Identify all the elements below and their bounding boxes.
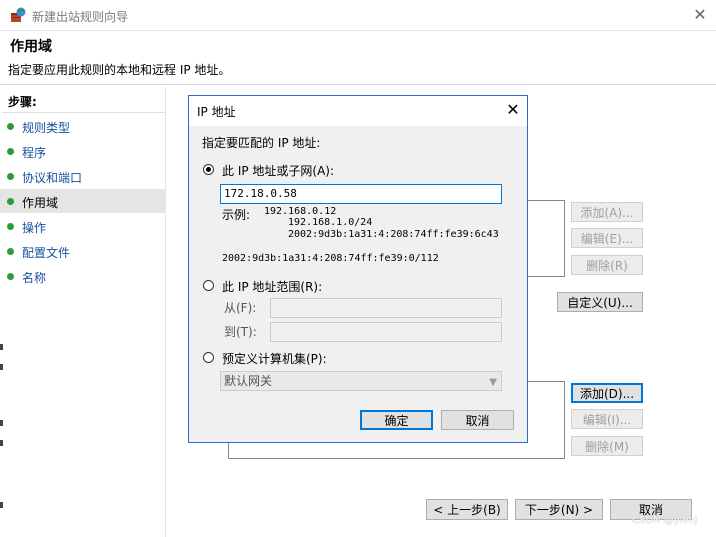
dialog-title: IP 地址 (197, 105, 236, 119)
step-bullet-icon (7, 273, 14, 280)
pane-divider (165, 87, 166, 537)
page-title: 作用域 (10, 39, 52, 55)
step-bullet-icon (7, 123, 14, 130)
radio-predefined[interactable] (203, 352, 214, 363)
example-value: 2002:9d3b:1a31:4:208:74ff:fe39:6c43 (288, 229, 499, 240)
predefined-select[interactable]: 默认网关 ▼ (220, 371, 502, 391)
example-value: 2002:9d3b:1a31:4:208:74ff:fe39:0/112 (222, 253, 439, 264)
edge-mark (0, 364, 3, 370)
range-to-label: 到(T): (224, 325, 257, 339)
range-from-input[interactable] (270, 298, 502, 318)
radio-ip-range[interactable] (203, 280, 214, 291)
range-from-label: 从(F): (224, 301, 257, 315)
dialog-cancel-button[interactable]: 取消 (441, 410, 514, 430)
radio-single-ip[interactable] (203, 164, 214, 175)
window-title: 新建出站规则向导 (32, 10, 129, 24)
step-bullet-icon (7, 223, 14, 230)
step-rule-type[interactable]: 规则类型 (0, 114, 165, 138)
radio-ip-range-label: 此 IP 地址范围(R): (222, 280, 323, 294)
step-bullet-icon (7, 248, 14, 255)
watermark: CSDN @ylehj (632, 515, 698, 526)
steps-heading: 步骤: (8, 95, 37, 109)
step-name[interactable]: 名称 (0, 264, 165, 288)
step-action[interactable]: 操作 (0, 214, 165, 238)
next-button[interactable]: 下一步(N) > (515, 499, 603, 520)
example-value: 192.168.0.12 (264, 206, 337, 217)
remote-delete-button[interactable]: 删除(M) (571, 436, 643, 456)
radio-single-ip-label: 此 IP 地址或子网(A): (222, 164, 335, 178)
step-protocol-port[interactable]: 协议和端口 (0, 164, 165, 188)
dialog-ok-button[interactable]: 确定 (360, 410, 433, 430)
local-edit-button[interactable]: 编辑(E)... (571, 228, 643, 248)
edge-mark (0, 440, 3, 446)
example-label: 示例: (222, 208, 251, 222)
edge-mark (0, 502, 3, 508)
radio-predefined-label: 预定义计算机集(P): (222, 352, 327, 366)
window-close-icon[interactable]: ✕ (690, 5, 710, 25)
edge-mark (0, 420, 3, 426)
remote-add-button[interactable]: 添加(D)... (571, 383, 643, 403)
chevron-down-icon: ▼ (489, 377, 497, 388)
header-divider (0, 84, 716, 85)
example-value: 192.168.1.0/24 (288, 217, 373, 228)
ip-address-input[interactable]: 172.18.0.58 (220, 184, 502, 204)
step-bullet-icon (7, 198, 14, 205)
local-delete-button[interactable]: 删除(R) (571, 255, 643, 275)
steps-divider (2, 112, 165, 113)
step-bullet-icon (7, 148, 14, 155)
step-scope[interactable]: 作用域 (0, 189, 165, 213)
step-bullet-icon (7, 173, 14, 180)
firewall-app-icon (10, 7, 26, 23)
page-description: 指定要应用此规则的本地和远程 IP 地址。 (8, 63, 231, 77)
local-add-button[interactable]: 添加(A)... (571, 202, 643, 222)
edge-mark (0, 344, 3, 350)
remote-edit-button[interactable]: 编辑(I)... (571, 409, 643, 429)
customize-button[interactable]: 自定义(U)... (557, 292, 643, 312)
dialog-close-icon[interactable]: ✕ (503, 100, 523, 120)
back-button[interactable]: < 上一步(B) (426, 499, 508, 520)
dialog-prompt: 指定要匹配的 IP 地址: (202, 136, 321, 150)
predefined-select-value: 默认网关 (224, 374, 273, 388)
dialog-titlebar (189, 96, 527, 126)
step-profile[interactable]: 配置文件 (0, 239, 165, 263)
step-program[interactable]: 程序 (0, 139, 165, 163)
range-to-input[interactable] (270, 322, 502, 342)
